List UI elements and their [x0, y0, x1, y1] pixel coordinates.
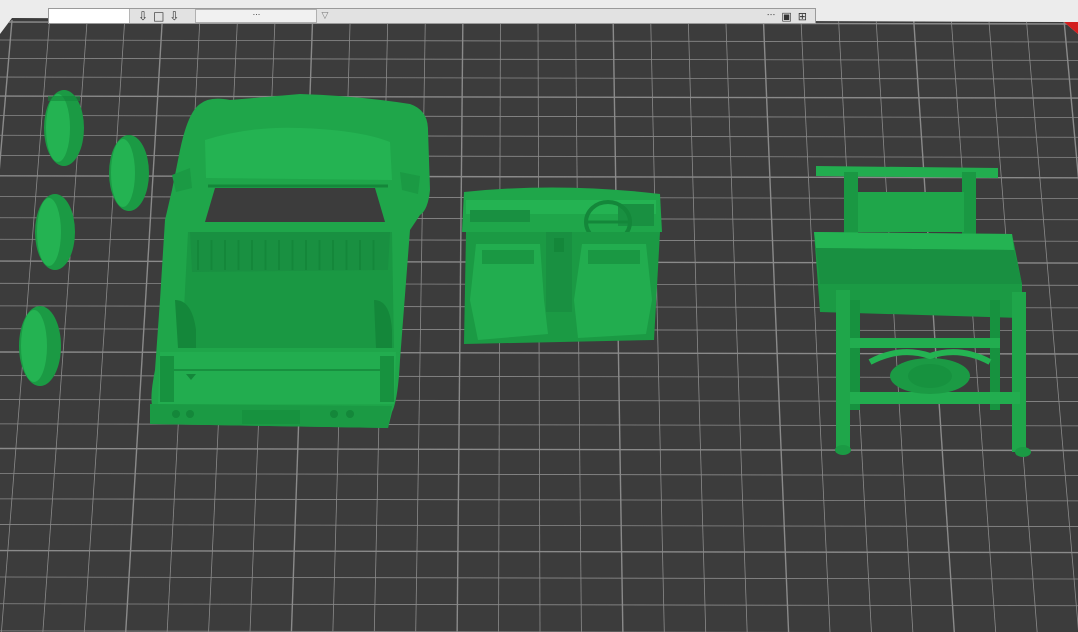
toolbar-field[interactable]: ...	[195, 9, 318, 23]
camera-icon[interactable]: ▣	[781, 10, 791, 23]
toolbar-right-text: ...	[766, 11, 776, 21]
wheel-3[interactable]	[35, 194, 75, 270]
wheel-1[interactable]	[44, 90, 84, 166]
toolbar-blank-panel	[49, 9, 130, 23]
grid-icon[interactable]: ⊞	[798, 10, 807, 23]
top-toolbar: ⇩ □ ⇩ ... ▽ ... ▣ ⊞	[48, 8, 816, 24]
arrange-down-icon[interactable]: ⇩	[138, 9, 148, 23]
wheel-4[interactable]	[19, 306, 61, 386]
wheel-2[interactable]	[109, 135, 149, 211]
arrange-down-icon[interactable]: ⇩	[169, 9, 179, 23]
interior[interactable]	[462, 187, 662, 344]
viewport-3d[interactable]: ⇩ □ ⇩ ... ▽ ... ▣ ⊞	[0, 0, 1078, 632]
build-plate-scene[interactable]	[0, 0, 1078, 632]
car-body[interactable]	[150, 94, 430, 428]
chevron-down-icon[interactable]: ▽	[321, 11, 328, 21]
square-icon[interactable]: □	[153, 9, 164, 23]
